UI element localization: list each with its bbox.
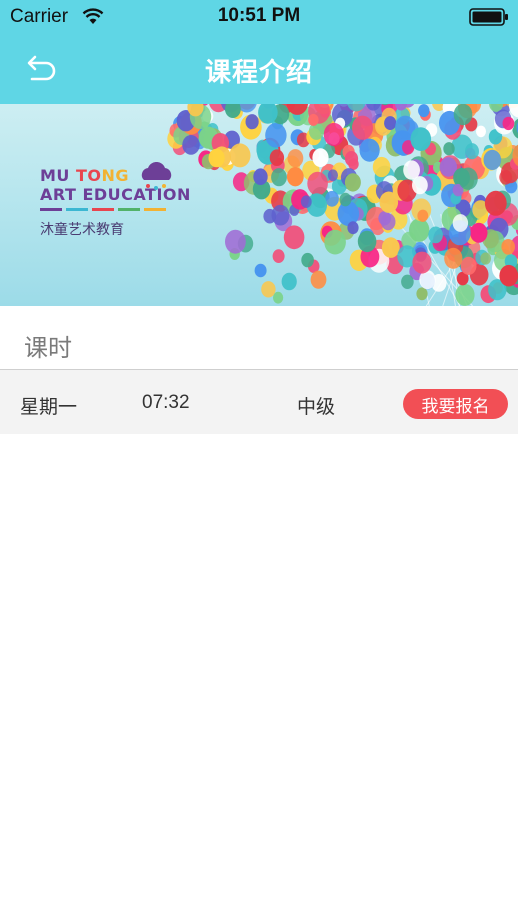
section-title: 课时: [24, 334, 72, 362]
balloon-shape: [253, 168, 268, 185]
logo-chinese-text: 沐童艺术教育: [40, 222, 124, 238]
balloon-shape: [401, 274, 414, 289]
lesson-day: 星期一: [20, 396, 78, 418]
balloon-shape: [256, 142, 270, 158]
course-banner-image: MU TONG ART EDUCATION 沐童艺术教育: [0, 104, 518, 306]
balloon-shape: [283, 225, 305, 250]
balloon-shape: [455, 283, 475, 306]
balloon-shape: [325, 190, 339, 207]
balloon-shape: [324, 229, 346, 255]
balloon-shape: [347, 221, 359, 235]
brand-logo: MU TONG ART EDUCATION 沐童艺术教育: [40, 162, 200, 239]
balloon-shape: [208, 148, 225, 168]
balloon-shape: [308, 113, 319, 126]
lesson-level: 中级: [297, 396, 336, 418]
balloon-shape: [483, 149, 502, 170]
balloon-shape: [412, 251, 432, 274]
balloon-shape: [182, 135, 200, 155]
balloon-shape: [480, 252, 492, 265]
balloon-shape: [465, 143, 479, 160]
balloon-shape: [269, 149, 285, 166]
balloon-shape: [254, 263, 267, 278]
balloon-shape: [460, 256, 477, 275]
balloon-shape: [271, 168, 287, 187]
enroll-button[interactable]: 我要报名: [403, 389, 508, 419]
balloon-shape: [410, 127, 432, 151]
balloon-shape: [245, 114, 259, 130]
balloon-shape: [312, 148, 329, 168]
balloon-shape: [412, 176, 428, 195]
balloon-shape: [265, 123, 287, 148]
navigation-bar: 课程介绍: [0, 34, 518, 104]
balloon-shape: [502, 116, 515, 131]
balloon-shape: [225, 229, 246, 254]
lessons-section-header: 课时: [0, 306, 518, 370]
logo-text-line1: MU TONG: [40, 166, 130, 185]
balloon-shape: [327, 169, 338, 182]
logo-text-line2: ART EDUCATION: [40, 185, 191, 204]
balloon-shape: [470, 222, 488, 243]
balloon-shape: [272, 249, 285, 263]
balloon-shape: [281, 272, 297, 291]
logo-color-bars: [40, 208, 200, 211]
balloon-shape: [344, 173, 361, 192]
balloon-shape: [484, 190, 507, 216]
schedule-row: 星期一 07:32 中级 我要报名: [0, 370, 518, 434]
status-time: 10:51 PM: [217, 5, 301, 26]
header-bar: Carrier 10:51 PM 课程介绍: [0, 0, 518, 104]
balloon-shape: [344, 151, 359, 167]
balloon-shape: [357, 230, 377, 253]
balloon-shape: [499, 169, 513, 185]
balloon-shape: [307, 171, 328, 196]
balloon-shape: [417, 209, 429, 222]
balloon-shape: [428, 226, 443, 244]
balloon-shape: [359, 138, 380, 162]
balloon-shape: [443, 142, 455, 156]
balloon-shape: [416, 287, 428, 301]
battery-icon: [469, 8, 508, 26]
balloon-shape: [384, 116, 397, 131]
balloon-shape: [418, 104, 430, 118]
balloon-shape: [300, 195, 312, 208]
balloon-shape: [310, 270, 327, 289]
balloon-shape: [379, 191, 399, 213]
balloon-shape: [476, 125, 486, 138]
balloon-shape: [499, 264, 518, 287]
balloon-shape: [501, 239, 515, 255]
balloon-shape: [261, 281, 276, 298]
balloon-shape: [339, 192, 352, 207]
balloon-shape: [286, 167, 304, 187]
page-title: 课程介绍: [204, 58, 313, 88]
balloon-shape: [352, 115, 373, 140]
lesson-time: 07:32: [142, 392, 190, 413]
balloon-shape: [229, 143, 251, 168]
balloon-shape: [453, 104, 473, 126]
balloon-shape: [271, 204, 290, 226]
balloon-shape: [301, 252, 314, 268]
balloon-shape: [452, 214, 469, 232]
status-bar: Carrier 10:51 PM: [0, 0, 518, 34]
balloon-shape: [444, 247, 463, 269]
balloon-shape: [378, 211, 392, 226]
cloud-icon: [141, 162, 172, 190]
balloon-shape: [323, 122, 344, 147]
balloon-shape: [273, 291, 284, 304]
balloon-shape: [287, 149, 304, 168]
balloon-shape: [458, 167, 478, 190]
balloon-shape: [381, 237, 400, 258]
balloon-shape: [372, 156, 391, 178]
